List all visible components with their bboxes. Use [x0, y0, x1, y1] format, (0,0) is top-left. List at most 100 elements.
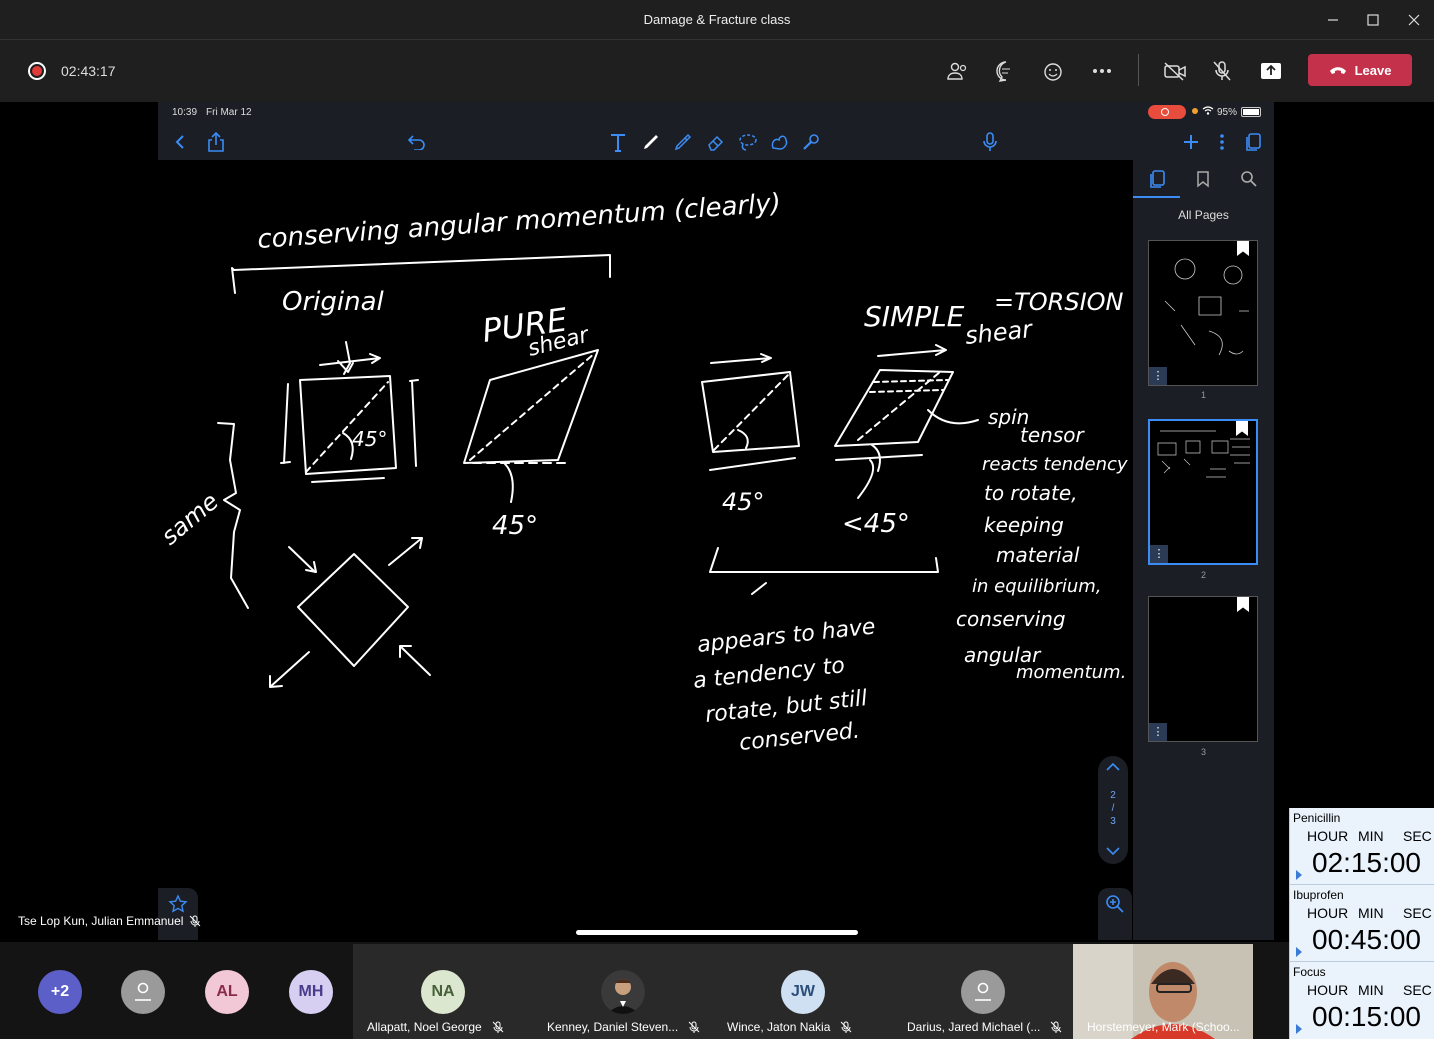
camera-off-icon[interactable]	[1160, 57, 1190, 85]
more-menu-icon[interactable]	[1210, 130, 1234, 154]
export-icon[interactable]	[204, 130, 228, 154]
mic-muted-icon	[492, 1021, 504, 1033]
shapes-tool-icon[interactable]	[767, 130, 791, 154]
timer-focus[interactable]: Focus HOUR MIN SEC 00:15:00	[1290, 962, 1434, 1039]
pages-view-icon[interactable]	[1241, 130, 1265, 154]
note-deg-original: 45°	[352, 427, 387, 451]
battery-icon	[1241, 107, 1261, 117]
screen-recording-indicator	[1148, 105, 1186, 119]
pen-tool-icon[interactable]	[639, 130, 663, 154]
note-spin-5: keeping	[984, 513, 1064, 537]
avatar	[961, 970, 1005, 1014]
note-deg-simple1: 45°	[722, 488, 765, 516]
microphone-icon[interactable]	[978, 130, 1002, 154]
page-scroller[interactable]: 2 / 3	[1098, 756, 1128, 864]
note-spin-2: tensor	[1020, 423, 1085, 447]
participant-name-text: Kenney, Daniel Steven...	[547, 1020, 679, 1034]
note-appears-2: a tendency to	[692, 653, 846, 694]
toolbar-divider	[1138, 54, 1139, 86]
participant-tile[interactable]: Darius, Jared Michael (...	[893, 944, 1073, 1039]
star-icon	[168, 894, 188, 913]
highlighter-tool-icon[interactable]	[671, 130, 695, 154]
laser-pointer-icon[interactable]	[799, 130, 823, 154]
sidebar-tabs	[1133, 160, 1274, 198]
leave-button[interactable]: Leave	[1308, 54, 1412, 86]
tab-bookmarks-icon[interactable]	[1191, 168, 1215, 190]
maximize-icon[interactable]	[1353, 6, 1393, 34]
note-same: same	[158, 487, 224, 550]
tab-thumbnails-icon[interactable]	[1145, 168, 1169, 190]
wifi-icon	[1202, 105, 1214, 118]
avatar[interactable]: MH	[289, 970, 333, 1014]
participant-video-tile[interactable]: Horstemeyer, Mark (Schoo...	[1073, 944, 1253, 1039]
avatar[interactable]	[121, 970, 165, 1014]
timer-value: 00:45:00	[1312, 924, 1421, 955]
tab-search-icon[interactable]	[1237, 168, 1261, 190]
notes-canvas[interactable]: conserving angular momentum (clearly) Or…	[158, 160, 1133, 940]
min-label: MIN	[1358, 905, 1384, 921]
hour-label: HOUR	[1307, 905, 1349, 921]
share-screen-icon[interactable]	[1256, 57, 1286, 85]
close-icon[interactable]	[1394, 6, 1434, 34]
mic-in-use-dot	[1192, 108, 1198, 114]
play-icon[interactable]	[1296, 1024, 1302, 1034]
ipad-status-bar: 10:39 Fri Mar 12 95%	[158, 102, 1274, 122]
thumbnail-menu-icon[interactable]: ⋮	[1150, 545, 1168, 563]
chevron-up-icon[interactable]	[1098, 760, 1128, 774]
participant-name: Kenney, Daniel Steven...	[547, 1020, 700, 1034]
person-icon	[975, 982, 991, 1001]
people-icon[interactable]	[943, 57, 973, 85]
timer-penicillin[interactable]: Penicillin HOUR MIN SEC 02:15:00	[1290, 808, 1434, 885]
sec-label: SEC	[1403, 828, 1432, 844]
participant-tile[interactable]: JW Wince, Jaton Nakia	[713, 944, 893, 1039]
participant-name-text: Horstemeyer, Mark (Schoo...	[1087, 1020, 1240, 1034]
note-appears-1: appears to have	[696, 614, 877, 658]
more-participants-button[interactable]: +2	[38, 970, 82, 1014]
page-thumbnail[interactable]: ⋮	[1148, 240, 1258, 386]
page-number: 2	[1200, 570, 1206, 580]
presenter-label: Tse Lop Kun, Julian Emmanuel	[18, 914, 201, 928]
add-page-icon[interactable]	[1179, 130, 1203, 154]
note-simple: SIMPLE	[864, 300, 965, 333]
battery-percent: 95%	[1217, 107, 1238, 118]
avatar: NA	[421, 970, 465, 1014]
participant-tile[interactable]: Kenney, Daniel Steven...	[533, 944, 713, 1039]
participant-name: Wince, Jaton Nakia	[727, 1020, 852, 1034]
back-icon[interactable]	[168, 130, 192, 154]
hour-label: HOUR	[1307, 828, 1349, 844]
participant-name-text: Wince, Jaton Nakia	[727, 1020, 831, 1034]
note-title: conserving angular momentum (clearly)	[256, 188, 781, 255]
lasso-tool-icon[interactable]	[735, 130, 759, 154]
thumbnail-menu-icon[interactable]: ⋮	[1149, 367, 1167, 385]
meeting-timer: 02:43:17	[61, 63, 116, 79]
presenter-name: Tse Lop Kun, Julian Emmanuel	[18, 914, 184, 928]
undo-icon[interactable]	[405, 130, 429, 154]
sec-label: SEC	[1403, 982, 1432, 998]
eraser-tool-icon[interactable]	[703, 130, 727, 154]
chat-icon[interactable]	[991, 57, 1021, 85]
timer-ibuprofen[interactable]: Ibuprofen HOUR MIN SEC 00:45:00	[1290, 885, 1434, 962]
note-original: Original	[282, 287, 385, 317]
chevron-down-icon[interactable]	[1098, 844, 1128, 858]
page-thumbnail[interactable]: ⋮	[1148, 596, 1258, 742]
mic-off-icon[interactable]	[1207, 57, 1237, 85]
window-title: Damage & Fracture class	[643, 12, 791, 27]
play-icon[interactable]	[1296, 947, 1302, 957]
thumbnail-menu-icon[interactable]: ⋮	[1149, 723, 1167, 741]
text-tool-icon[interactable]	[606, 130, 630, 154]
participant-tile[interactable]: NA Allapatt, Noel George	[353, 944, 533, 1039]
avatar[interactable]: AL	[205, 970, 249, 1014]
note-spin-6: material	[996, 543, 1080, 567]
more-options-icon[interactable]	[1087, 57, 1117, 85]
page-thumbnail[interactable]: ⋮	[1148, 419, 1258, 565]
play-icon[interactable]	[1296, 870, 1302, 880]
zoom-in-icon	[1106, 895, 1124, 913]
zoom-button[interactable]	[1098, 888, 1132, 940]
pages-sidebar: All Pages ⋮ 1 ⋮ 2 ⋮ 3	[1133, 160, 1274, 940]
min-label: MIN	[1358, 982, 1384, 998]
avatar	[601, 970, 645, 1014]
bookmark-icon[interactable]	[1237, 597, 1249, 612]
minimize-icon[interactable]	[1313, 6, 1353, 34]
mic-muted-icon	[1051, 1021, 1062, 1033]
reactions-icon[interactable]	[1038, 57, 1068, 85]
